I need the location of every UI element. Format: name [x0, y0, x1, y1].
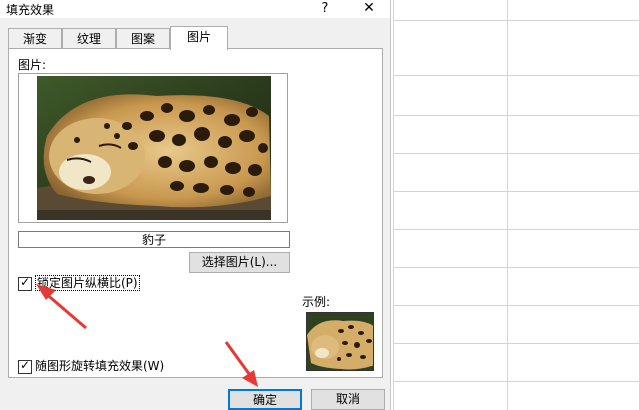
annotation-arrow — [224, 341, 258, 387]
annotation-overlay — [36, 284, 258, 387]
annotation-arrow — [36, 284, 87, 330]
tab-picture[interactable]: 图片 — [170, 26, 228, 50]
